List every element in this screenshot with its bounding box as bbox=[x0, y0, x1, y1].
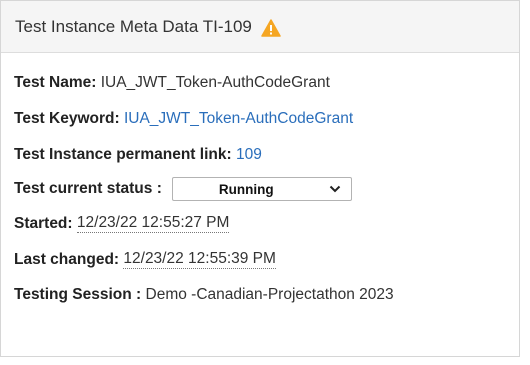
last-changed-row: Last changed: 12/23/22 12:55:39 PM bbox=[14, 250, 276, 269]
permanent-link[interactable]: 109 bbox=[236, 146, 262, 164]
test-name-row: Test Name: IUA_JWT_Token-AuthCodeGrant bbox=[14, 74, 330, 92]
status-selected-value: Running bbox=[218, 181, 274, 197]
permanent-link-row: Test Instance permanent link: 109 bbox=[14, 146, 262, 164]
panel-header: Test Instance Meta Data TI-109 bbox=[1, 1, 519, 53]
chevron-down-icon bbox=[329, 185, 341, 193]
permanent-link-label: Test Instance permanent link: bbox=[14, 146, 232, 163]
testing-session-label: Testing Session : bbox=[14, 286, 142, 303]
test-keyword-row: Test Keyword: IUA_JWT_Token-AuthCodeGran… bbox=[14, 110, 353, 128]
started-row: Started: 12/23/22 12:55:27 PM bbox=[14, 214, 230, 233]
last-changed-label: Last changed: bbox=[14, 250, 120, 268]
test-instance-meta-panel: Test Instance Meta Data TI-109 Test Name… bbox=[0, 0, 520, 357]
testing-session-row: Testing Session : Demo -Canadian-Project… bbox=[14, 286, 394, 304]
testing-session-value: Demo -Canadian-Projectathon 2023 bbox=[145, 286, 394, 303]
started-label: Started: bbox=[14, 214, 73, 232]
started-value: 12/23/22 12:55:27 PM bbox=[76, 214, 230, 233]
last-changed-value: 12/23/22 12:55:39 PM bbox=[123, 250, 276, 269]
status-select[interactable]: Running bbox=[171, 177, 352, 201]
current-status-label: Test current status : bbox=[14, 180, 162, 197]
test-keyword-label: Test Keyword: bbox=[14, 110, 120, 127]
test-name-value: IUA_JWT_Token-AuthCodeGrant bbox=[100, 74, 330, 91]
test-name-label: Test Name: bbox=[14, 74, 97, 91]
current-status-row: Test current status : Running bbox=[14, 177, 352, 201]
panel-title: Test Instance Meta Data TI-109 bbox=[15, 16, 252, 36]
warning-icon bbox=[261, 18, 281, 37]
test-keyword-link[interactable]: IUA_JWT_Token-AuthCodeGrant bbox=[124, 110, 353, 128]
